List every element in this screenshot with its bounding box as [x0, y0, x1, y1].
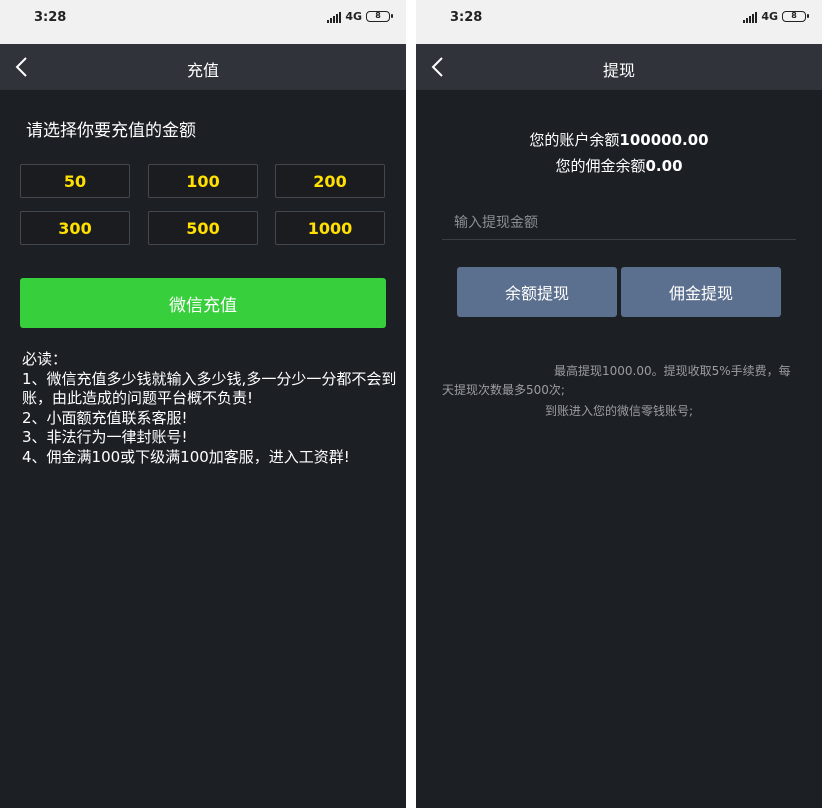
battery-icon: 8: [782, 11, 809, 22]
amount-option-1000[interactable]: 1000: [275, 211, 385, 245]
account-balance: 您的账户余额100000.00: [416, 129, 822, 150]
withdraw-amount-input[interactable]: [442, 206, 796, 240]
nav-bar: 充值: [0, 44, 406, 90]
notice-heading: 必读：: [22, 350, 68, 368]
network-type: 4G: [761, 10, 778, 23]
commission-balance: 您的佣金余额0.00: [416, 155, 822, 176]
page-title: 充值: [186, 61, 219, 80]
status-bar: 3:28 4G 8: [416, 0, 822, 44]
recharge-screen: 3:28 4G 8 充值 请选择你要充值的金额 50 100 200 300 5…: [0, 0, 406, 808]
nav-bar: 提现: [416, 44, 822, 90]
signal-icon: [743, 11, 758, 23]
amount-grid: 50 100 200 300 500 1000: [20, 164, 386, 246]
page-title: 提现: [602, 61, 635, 80]
network-type: 4G: [345, 10, 362, 23]
withdraw-screen: 3:28 4G 8 提现 您的账户余额100000.00 您的佣金余额0.00 …: [416, 0, 822, 808]
amount-option-50[interactable]: 50: [20, 164, 130, 198]
commission-withdraw-button[interactable]: 佣金提现: [621, 267, 781, 317]
signal-icon: [327, 11, 342, 23]
account-balance-label: 您的账户余额: [529, 131, 620, 149]
notice-item: 1、微信充值多少钱就输入多少钱,多一分少一分都不会到账，由此造成的问题平台概不负…: [22, 369, 397, 408]
status-icons: 4G 8: [743, 10, 809, 23]
amount-option-100[interactable]: 100: [148, 164, 258, 198]
wechat-recharge-button[interactable]: 微信充值: [20, 278, 386, 328]
balance-withdraw-button[interactable]: 余额提现: [457, 267, 617, 317]
status-time: 3:28: [450, 10, 483, 25]
amount-prompt: 请选择你要充值的金额: [26, 121, 196, 141]
amount-option-200[interactable]: 200: [275, 164, 385, 198]
amount-option-300[interactable]: 300: [20, 211, 130, 245]
commission-balance-value: 0.00: [645, 157, 683, 175]
status-bar: 3:28 4G 8: [0, 0, 406, 44]
withdraw-rule-text: 到账进入您的微信零钱账号;: [544, 404, 694, 418]
notice-item: 2、小面额充值联系客服!: [22, 408, 188, 427]
notice-item: 3、非法行为一律封账号!: [22, 428, 188, 446]
battery-icon: 8: [366, 11, 393, 22]
commission-balance-label: 您的佣金余额: [555, 157, 646, 175]
notice-text: 必读： 1、微信充值多少钱就输入多少钱,多一分少一分都不会到账，由此造成的问题平…: [22, 350, 402, 467]
account-balance-value: 100000.00: [619, 131, 709, 149]
status-time: 3:28: [34, 10, 67, 25]
withdraw-rule-text: 最高提现1000.00。提现收取5%手续费，每天提现次数最多500次;: [442, 364, 791, 397]
status-icons: 4G 8: [327, 10, 393, 23]
amount-option-500[interactable]: 500: [148, 211, 258, 245]
notice-item: 4、佣金满100或下级满100加客服，进入工资群!: [22, 447, 350, 466]
